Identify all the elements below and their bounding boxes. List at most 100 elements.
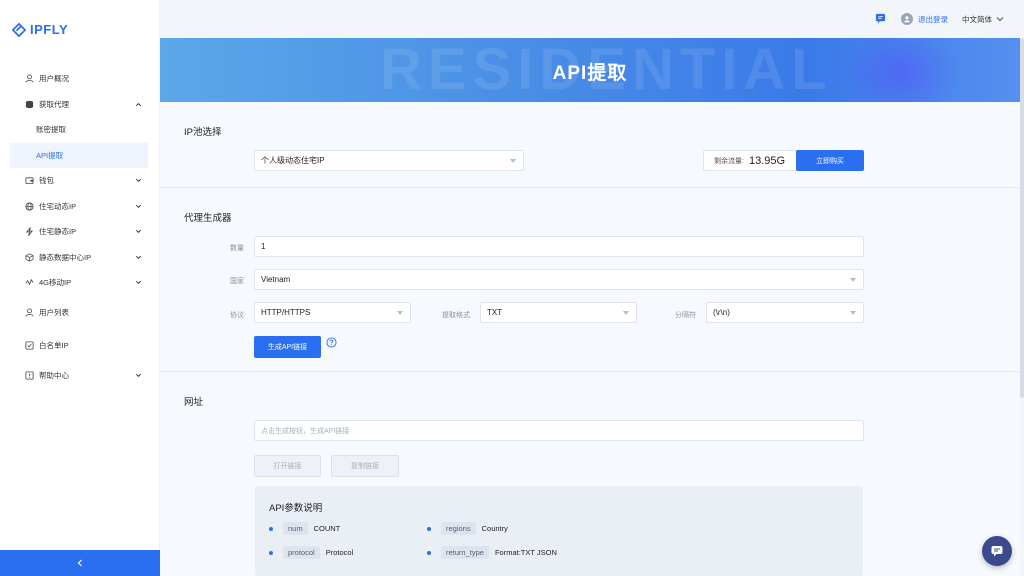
help-icon [24,370,34,380]
open-link-button[interactable]: 打开链接 [254,455,321,477]
country-label: 国家 [230,278,244,285]
chevron-down-icon [134,177,142,185]
sidebar-nav: 用户概况 获取代理 账密提取 API提取 钱包 住宅动态IP 住宅静态IP 静态… [0,66,160,388]
sidebar-item-4g-mobile[interactable]: 4G移动IP [0,270,160,296]
help-circle-icon[interactable] [326,337,337,350]
api-params-panel: API参数说明 num COUNT regions Country protoc… [255,486,863,576]
sidebar-item-label: 帮助中心 [39,370,69,380]
param-desc: COUNT [313,524,341,533]
separator-value: (\r\n) [713,308,730,317]
sidebar-item-whitelist[interactable]: 白名单IP [0,333,160,359]
ip-pool-section: IP池选择 个人级动态住宅IP 剩余流量: 13.95G 立即购买 [160,102,1020,188]
ip-pool-title: IP池选择 [184,127,222,138]
sidebar-item-residential-dynamic[interactable]: 住宅动态IP [0,194,160,220]
ip-pool-selected: 个人级动态住宅IP [261,156,325,165]
brand-logo[interactable]: IPFLY [12,22,68,37]
message-icon[interactable] [875,13,887,25]
api-url-field[interactable]: 点击生成按钮，生成API链接 [254,420,864,441]
param-desc: Country [481,524,508,533]
bullet-dot [269,526,273,531]
sidebar-item-label: 用户概况 [39,74,69,84]
sidebar-item-label: 住宅静态IP [39,227,77,237]
sidebar-item-label: 账密提取 [36,125,66,135]
avatar [901,13,913,25]
signal-icon [24,278,34,288]
bullet-dot [427,526,431,531]
country-select[interactable]: Vietnam [254,269,864,290]
database-icon [24,99,34,109]
param-key: num [283,522,308,535]
sidebar-item-label: 4G移动IP [39,278,72,288]
language-selector[interactable]: 中文简体 [962,14,1004,25]
page-banner: RESIDENTIAL API提取 [160,38,1020,102]
logout-link[interactable]: 退出登录 [918,14,948,25]
sidebar-subitem-account-extract[interactable]: 账密提取 [0,117,160,143]
sidebar-item-label: 静态数据中心IP [39,252,92,262]
user-menu[interactable]: 退出登录 [901,13,948,25]
separator-label: 分隔符 [675,312,696,319]
sidebar-item-user-list[interactable]: 用户列表 [0,300,160,326]
sidebar-collapse-button[interactable] [0,550,160,576]
caret-down-icon [397,311,403,315]
quantity-value: 1 [261,242,266,251]
page-title: API提取 [552,63,628,84]
topbar: 退出登录 中文简体 [160,0,1024,38]
sidebar-item-label: API提取 [36,150,64,160]
chevron-down-icon [134,228,142,236]
quantity-input[interactable]: 1 [254,236,864,257]
sidebar-item-label: 白名单IP [39,341,69,351]
traffic-value: 13.95G [748,154,786,167]
api-url-placeholder: 点击生成按钮，生成API链接 [261,427,350,435]
protocol-label: 协议 [230,312,244,319]
sidebar-item-help[interactable]: 帮助中心 [0,363,160,389]
user-icon [24,74,34,84]
copy-link-button[interactable]: 复制链接 [331,455,399,477]
param-key: protocol [283,546,320,559]
sidebar-item-label: 住宅动态IP [39,201,77,211]
sidebar-item-wallet[interactable]: 钱包 [0,168,160,194]
protocol-select[interactable]: HTTP/HTTPS [254,302,411,323]
bolt-icon [24,227,34,237]
url-title: 网址 [184,397,204,408]
chevron-down-icon [996,17,1004,22]
chat-icon [991,546,1003,557]
sidebar-item-overview[interactable]: 用户概况 [0,66,160,92]
page-scrollbar[interactable] [1020,38,1024,398]
protocol-value: HTTP/HTTPS [261,308,311,317]
chevron-down-icon [134,371,142,379]
user-list-icon [24,307,34,317]
sidebar-item-label: 用户列表 [39,307,69,317]
format-label: 提取格式 [442,312,470,319]
caret-down-icon [850,311,856,315]
sidebar-item-datacenter[interactable]: 静态数据中心IP [0,245,160,271]
chevron-down-icon [134,202,142,210]
param-key: regions [441,522,476,535]
traffic-label: 剩余流量: [714,157,744,165]
generate-api-link-button[interactable]: 生成API链接 [254,336,321,358]
caret-down-icon [623,311,629,315]
ip-pool-select[interactable]: 个人级动态住宅IP [254,150,524,171]
chevron-down-icon [134,279,142,287]
language-label: 中文简体 [962,14,992,24]
param-desc: Format:TXT JSON [494,548,557,557]
bullet-dot [427,550,431,555]
cube-icon [24,252,34,262]
chevron-left-icon [77,559,82,567]
sidebar-item-get-proxy[interactable]: 获取代理 [0,92,160,118]
param-desc: Protocol [325,548,354,557]
chevron-up-icon [134,100,142,108]
format-value: TXT [487,308,503,317]
sidebar: IPFLY 用户概况 获取代理 账密提取 API提取 钱包 住宅动态IP 住宅静… [0,0,160,576]
caret-down-icon [510,159,516,163]
chat-support-button[interactable] [982,536,1012,566]
separator-select[interactable]: (\r\n) [706,302,864,323]
param-key: return_type [441,546,489,559]
format-select[interactable]: TXT [480,302,637,323]
generator-title: 代理生成器 [184,213,232,224]
sidebar-subitem-api-extract[interactable]: API提取 [10,142,148,168]
buy-now-button[interactable]: 立即购买 [796,150,864,171]
param-item: regions Country [427,522,508,535]
sidebar-item-residential-static[interactable]: 住宅静态IP [0,219,160,245]
param-item: return_type Format:TXT JSON [427,546,557,559]
country-value: Vietnam [261,275,291,284]
